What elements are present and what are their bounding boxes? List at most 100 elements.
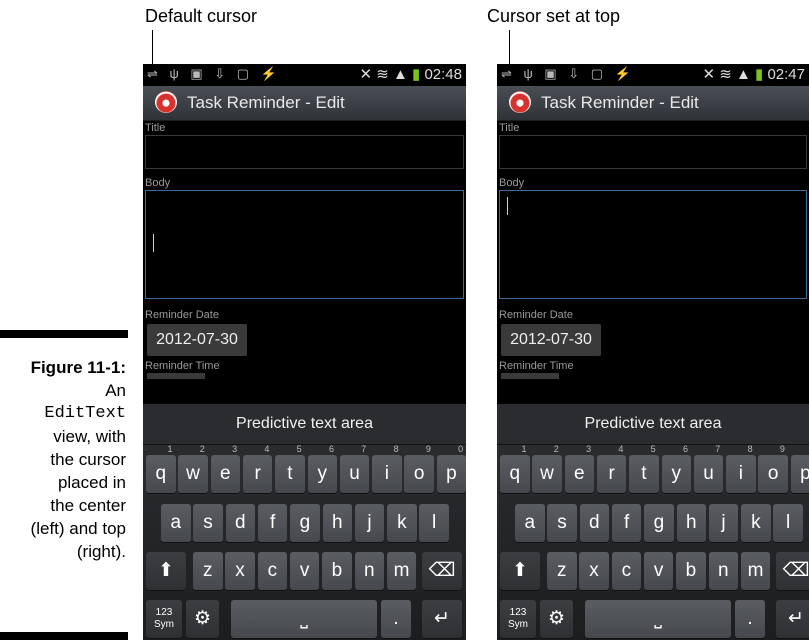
app-title: Task Reminder - Edit (541, 93, 699, 112)
battery-icon: ▮ (412, 66, 421, 83)
key-y[interactable]: 6y (307, 444, 337, 493)
key-h[interactable]: h (322, 504, 352, 542)
title-input[interactable] (499, 135, 807, 169)
key-j[interactable]: j (708, 504, 739, 542)
key-i[interactable]: 8i (372, 444, 402, 493)
key-c[interactable]: c (611, 552, 642, 590)
predictive-text-area[interactable]: Predictive text area (497, 404, 809, 445)
key-p[interactable]: 0p (790, 455, 809, 493)
key-k[interactable]: k (741, 504, 771, 542)
reminder-time-button[interactable] (501, 373, 559, 379)
key-e[interactable]: 3e (564, 444, 595, 493)
key-w[interactable]: 2w (532, 444, 562, 493)
title-input[interactable] (145, 135, 464, 169)
soft-keyboard: Predictive text area 1q2w3e4r5t6y7u8i9o0… (497, 404, 809, 640)
key-d[interactable]: d (225, 504, 256, 542)
key-number-hint: 1 (521, 444, 527, 454)
key-t[interactable]: 5t (629, 444, 659, 493)
key-number-hint: 4 (264, 444, 270, 454)
key-i[interactable]: 8i (726, 444, 756, 493)
key-x[interactable]: x (579, 552, 609, 590)
key-x[interactable]: x (225, 552, 255, 590)
settings-key[interactable]: ⚙ (186, 600, 219, 638)
key-g[interactable]: g (290, 504, 320, 542)
key-a[interactable]: a (515, 504, 545, 542)
key-number-hint: 2 (199, 444, 205, 454)
key-n[interactable]: n (708, 552, 738, 590)
notification-icons: ⇌ ψ ▣ ⇩ ▢ ⚡ (147, 66, 281, 81)
key-o[interactable]: 9o (758, 444, 788, 493)
key-number-hint: 6 (328, 444, 334, 454)
key-l[interactable]: l (419, 504, 449, 542)
alarm-clock-icon[interactable] (509, 91, 531, 113)
key-p[interactable]: 0p (436, 444, 466, 493)
key-b[interactable]: b (322, 552, 352, 590)
status-bar: ⇌ ψ ▣ ⇩ ▢ ⚡ ✕ ≋ ▲ ▮ 02:48 (143, 64, 466, 86)
enter-key[interactable]: ↵ (776, 600, 809, 638)
key-s[interactable]: s (547, 504, 577, 542)
body-label: Body (145, 177, 171, 189)
key-m[interactable]: m (740, 552, 771, 590)
body-input[interactable] (499, 190, 807, 299)
action-bar: Task Reminder - Edit (497, 86, 809, 121)
enter-key[interactable]: ↵ (422, 600, 462, 638)
key-q[interactable]: 1q (146, 444, 176, 493)
key-n[interactable]: n (354, 552, 384, 590)
period-key[interactable]: . (735, 600, 765, 638)
key-f[interactable]: f (611, 504, 642, 542)
symbols-key[interactable]: 123 Sym (500, 600, 536, 638)
key-r[interactable]: 4r (596, 444, 627, 493)
key-y[interactable]: 6y (661, 444, 691, 493)
body-input[interactable] (145, 190, 464, 299)
key-a[interactable]: a (161, 504, 191, 542)
key-k[interactable]: k (387, 504, 417, 542)
key-s[interactable]: s (193, 504, 223, 542)
predictive-text-area[interactable]: Predictive text area (143, 404, 466, 445)
figure-number: Figure 11-1: (30, 358, 126, 377)
symbols-key[interactable]: 123 Sym (146, 600, 182, 638)
settings-key[interactable]: ⚙ (540, 600, 573, 638)
space-key[interactable]: ⎵ (231, 600, 377, 638)
period-key[interactable]: . (381, 600, 411, 638)
key-t[interactable]: 5t (275, 444, 305, 493)
backspace-key[interactable]: ⌫ (422, 552, 462, 590)
body-label: Body (499, 177, 525, 189)
key-v[interactable]: v (643, 552, 674, 590)
key-c[interactable]: c (257, 552, 288, 590)
backspace-key[interactable]: ⌫ (776, 552, 809, 590)
key-j[interactable]: j (354, 504, 385, 542)
battery-icon: ▮ (755, 66, 764, 83)
space-key[interactable]: ⎵ (585, 600, 731, 638)
key-q[interactable]: 1q (500, 444, 530, 493)
key-e[interactable]: 3e (210, 444, 241, 493)
reminder-date-button[interactable]: 2012-07-30 (501, 324, 601, 356)
figure-caption: Figure 11-1: An EditText view, with the … (0, 356, 126, 563)
title-label: Title (499, 122, 520, 134)
key-d[interactable]: d (579, 504, 610, 542)
key-f[interactable]: f (257, 504, 288, 542)
reminder-date-button[interactable]: 2012-07-30 (147, 324, 247, 356)
shift-key[interactable]: ⬆ (500, 552, 540, 590)
key-g[interactable]: g (644, 504, 674, 542)
key-m[interactable]: m (386, 552, 417, 590)
reminder-time-label: Reminder Time (499, 360, 574, 372)
key-v[interactable]: v (289, 552, 320, 590)
key-h[interactable]: h (676, 504, 706, 542)
key-z[interactable]: z (547, 552, 577, 590)
key-u[interactable]: 7u (693, 444, 724, 493)
reminder-date-label: Reminder Date (499, 309, 573, 321)
key-number-hint: 9 (425, 444, 431, 454)
key-o[interactable]: 9o (404, 444, 434, 493)
reminder-date-label: Reminder Date (145, 309, 219, 321)
key-l[interactable]: l (773, 504, 803, 542)
alarm-clock-icon[interactable] (155, 91, 177, 113)
phone-screenshot-left: ⇌ ψ ▣ ⇩ ▢ ⚡ ✕ ≋ ▲ ▮ 02:48 Task Reminder … (143, 64, 466, 640)
reminder-time-button[interactable] (147, 373, 205, 379)
key-r[interactable]: 4r (242, 444, 273, 493)
key-b[interactable]: b (676, 552, 706, 590)
key-w[interactable]: 2w (178, 444, 208, 493)
key-z[interactable]: z (193, 552, 223, 590)
key-u[interactable]: 7u (339, 444, 370, 493)
shift-key[interactable]: ⬆ (146, 552, 186, 590)
clock: 02:47 (767, 66, 805, 83)
